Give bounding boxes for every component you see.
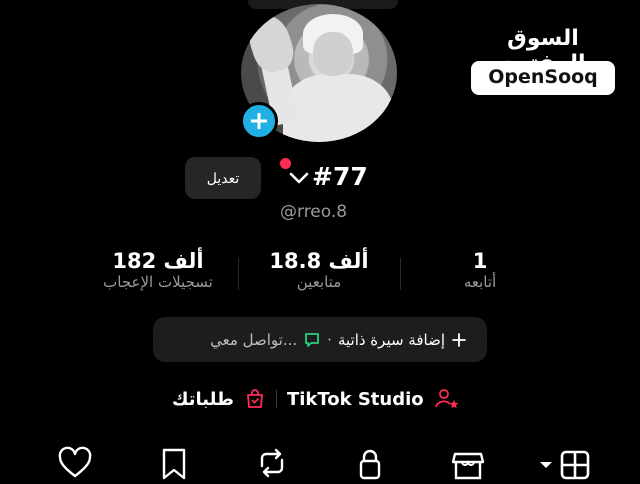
edit-profile-button[interactable]: تعديل xyxy=(185,157,261,199)
plus-icon xyxy=(451,332,467,348)
likes-count: 182 ألف xyxy=(112,249,204,273)
creator-user-icon[interactable] xyxy=(434,387,460,411)
heart-icon[interactable] xyxy=(57,446,93,480)
tiktok-studio-label[interactable]: TikTok Studio xyxy=(287,389,424,410)
bio-separator: · xyxy=(327,330,332,349)
following-label: أتابعه xyxy=(463,273,497,291)
chevron-down-icon[interactable] xyxy=(288,170,310,186)
bio-actions-pill[interactable]: تواصل معي... · إضافة سيرة ذاتية xyxy=(153,317,487,362)
orders-label[interactable]: طلباتك xyxy=(172,389,234,410)
add-bio-label[interactable]: إضافة سيرة ذاتية xyxy=(338,331,445,349)
repost-icon[interactable] xyxy=(254,446,290,480)
contact-label[interactable]: تواصل معي... xyxy=(210,331,297,349)
followers-count: 18.8 ألف xyxy=(269,249,369,273)
lock-icon[interactable] xyxy=(352,446,388,480)
logo-english: OpenSooq xyxy=(488,66,598,88)
logo-english-box: OpenSooq xyxy=(471,61,615,95)
stat-following[interactable]: 1 أتابعه xyxy=(430,249,530,291)
likes-label: تسجيلات الإعجاب xyxy=(103,273,213,291)
stat-followers[interactable]: 18.8 ألف متابعين xyxy=(244,249,394,291)
grid-icon[interactable] xyxy=(538,446,596,480)
avatar-face xyxy=(313,32,353,76)
links-row: طلباتك TikTok Studio xyxy=(172,384,472,414)
shop-icon[interactable] xyxy=(450,446,486,480)
links-separator xyxy=(275,390,277,408)
shopping-bag-icon[interactable] xyxy=(244,388,266,410)
stat-divider xyxy=(400,258,401,290)
following-count: 1 xyxy=(472,249,488,273)
bookmark-icon[interactable] xyxy=(156,446,192,480)
profile-name[interactable]: #77 xyxy=(312,162,368,191)
stat-divider xyxy=(238,258,239,290)
add-story-plus-icon[interactable] xyxy=(240,102,278,140)
followers-label: متابعين xyxy=(296,273,342,291)
avatar-hand xyxy=(243,11,299,77)
notification-dot xyxy=(280,158,291,169)
opensooq-logo: السوق المفتوح OpenSooq xyxy=(468,26,618,98)
chat-icon xyxy=(303,331,321,349)
stat-likes[interactable]: 182 ألف تسجيلات الإعجاب xyxy=(80,249,236,291)
profile-handle: @rreo.8 xyxy=(280,202,348,222)
avatar-robe xyxy=(283,74,393,142)
